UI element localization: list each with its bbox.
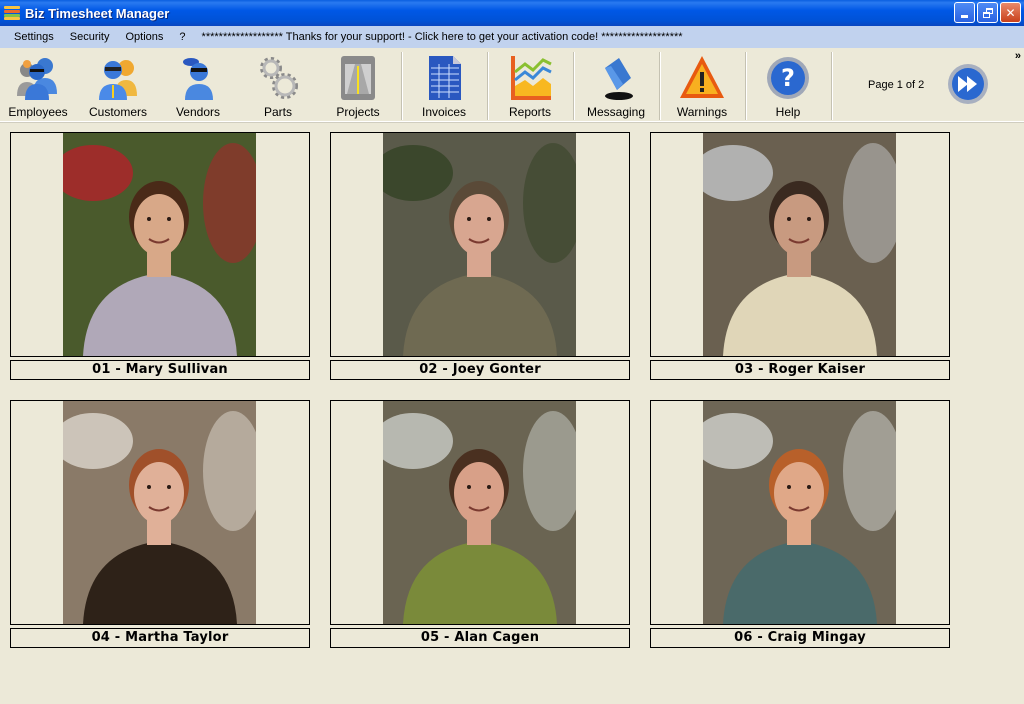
toolbar-label: Vendors <box>175 105 221 119</box>
customers-icon <box>93 53 143 103</box>
toolbar-separator <box>401 52 403 120</box>
title-bar: Biz Timesheet Manager ✕ <box>0 0 1024 26</box>
toolbar-help-button[interactable]: ? Help <box>753 48 823 122</box>
restore-icon <box>982 7 993 18</box>
toolbar-employees-button[interactable]: Employees <box>3 48 73 122</box>
employee-card[interactable]: 01 - Mary Sullivan <box>10 132 310 380</box>
close-button[interactable]: ✕ <box>1000 2 1021 23</box>
employee-name-label[interactable]: 01 - Mary Sullivan <box>10 360 310 380</box>
toolbar-separator <box>659 52 661 120</box>
page-indicator: Page 1 of 2 <box>868 79 925 91</box>
menu-settings[interactable]: Settings <box>6 26 62 48</box>
toolbar-vendors-button[interactable]: Vendors <box>163 48 233 122</box>
toolbar-label: Parts <box>263 105 292 119</box>
menu-help[interactable]: ? <box>171 26 193 48</box>
minimize-button[interactable] <box>954 2 975 23</box>
toolbar-messaging-button[interactable]: Messaging <box>581 48 651 122</box>
employee-photo-frame[interactable] <box>330 132 630 357</box>
vendors-icon <box>173 53 223 103</box>
employee-photo[interactable] <box>63 133 256 356</box>
employee-photo-frame[interactable] <box>650 132 950 357</box>
toolbar-label: Projects <box>336 105 380 119</box>
toolbar: Employees Customers Vendors Parts Projec… <box>0 48 1024 122</box>
next-page-button[interactable] <box>947 63 989 105</box>
toolbar-warnings-button[interactable]: Warnings <box>667 48 737 122</box>
menu-security[interactable]: Security <box>62 26 118 48</box>
toolbar-separator <box>745 52 747 120</box>
restore-button[interactable] <box>977 2 998 23</box>
toolbar-separator <box>487 52 489 120</box>
toolbar-separator <box>831 52 833 120</box>
scroll-message-icon <box>591 53 641 103</box>
employee-photo-frame[interactable] <box>650 400 950 625</box>
toolbar-label: Reports <box>508 105 552 119</box>
employee-photo[interactable] <box>63 401 256 624</box>
projects-icon <box>333 53 383 103</box>
help-question-icon: ? <box>763 53 813 103</box>
toolbar-label: Help <box>775 105 801 119</box>
chevron-double-right-icon[interactable]: » <box>1015 50 1021 62</box>
activation-code-link[interactable]: ******************* Thanks for your supp… <box>202 26 683 48</box>
employee-photo-frame[interactable] <box>10 132 310 357</box>
toolbar-customers-button[interactable]: Customers <box>83 48 153 122</box>
employee-name-label[interactable]: 06 - Craig Mingay <box>650 628 950 648</box>
employee-photo[interactable] <box>383 401 576 624</box>
toolbar-reports-button[interactable]: Reports <box>495 48 565 122</box>
employee-photo-frame[interactable] <box>330 400 630 625</box>
chart-icon <box>505 53 555 103</box>
employee-name-label[interactable]: 04 - Martha Taylor <box>10 628 310 648</box>
svg-text:?: ? <box>781 64 795 92</box>
toolbar-label: Warnings <box>676 105 728 119</box>
app-logo-icon <box>4 6 20 20</box>
employee-card[interactable]: 05 - Alan Cagen <box>330 400 630 648</box>
employee-name-label[interactable]: 03 - Roger Kaiser <box>650 360 950 380</box>
toolbar-parts-button[interactable]: Parts <box>243 48 313 122</box>
toolbar-label: Invoices <box>421 105 467 119</box>
toolbar-projects-button[interactable]: Projects <box>323 48 393 122</box>
employee-name-label[interactable]: 02 - Joey Gonter <box>330 360 630 380</box>
employee-photo[interactable] <box>383 133 576 356</box>
toolbar-label: Customers <box>88 105 147 119</box>
employee-card[interactable]: 03 - Roger Kaiser <box>650 132 950 380</box>
employee-card[interactable]: 04 - Martha Taylor <box>10 400 310 648</box>
gears-icon <box>253 53 303 103</box>
toolbar-invoices-button[interactable]: Invoices <box>409 48 479 122</box>
employee-card[interactable]: 02 - Joey Gonter <box>330 132 630 380</box>
invoice-document-icon <box>419 53 469 103</box>
menu-options[interactable]: Options <box>118 26 172 48</box>
employee-name-label[interactable]: 05 - Alan Cagen <box>330 628 630 648</box>
employee-photo[interactable] <box>703 401 896 624</box>
close-icon: ✕ <box>1005 5 1016 20</box>
window-title: Biz Timesheet Manager <box>25 5 170 21</box>
employee-photo[interactable] <box>703 133 896 356</box>
employee-photo-frame[interactable] <box>10 400 310 625</box>
employees-icon <box>13 53 63 103</box>
toolbar-label: Employees <box>8 105 68 119</box>
fast-forward-icon <box>948 64 988 104</box>
menu-bar: Settings Security Options ? ************… <box>0 26 1024 48</box>
toolbar-separator <box>573 52 575 120</box>
warning-triangle-icon <box>677 53 727 103</box>
toolbar-label: Messaging <box>586 105 646 119</box>
minimize-icon <box>961 15 968 18</box>
employee-card[interactable]: 06 - Craig Mingay <box>650 400 950 648</box>
